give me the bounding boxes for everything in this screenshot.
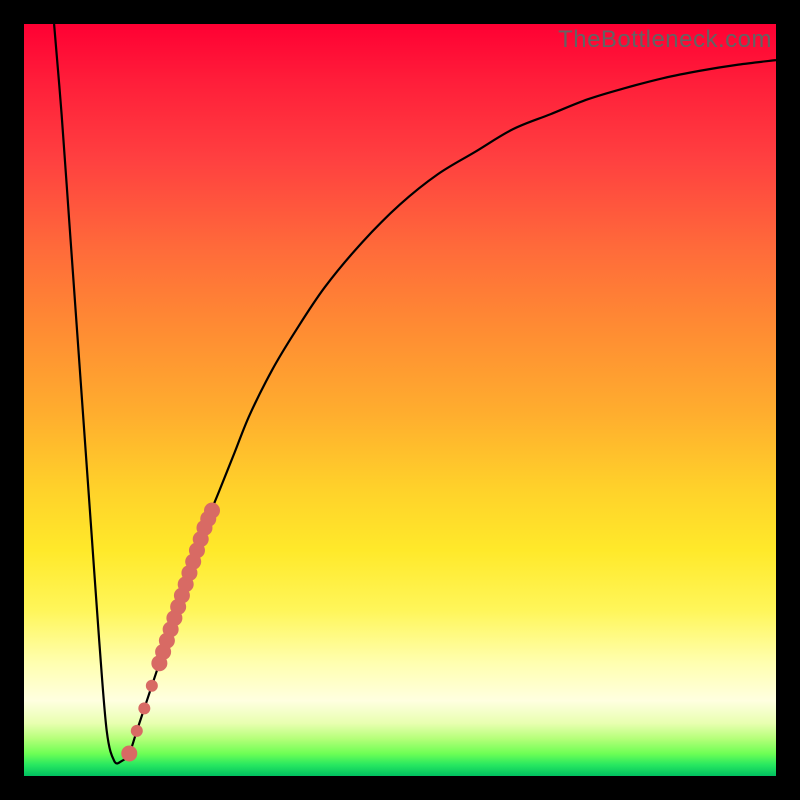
plot-area: TheBottleneck.com xyxy=(24,24,776,776)
marker-group xyxy=(121,503,220,762)
chart-frame: TheBottleneck.com xyxy=(0,0,800,800)
highlight-marker xyxy=(131,725,143,737)
highlight-marker xyxy=(121,745,137,761)
curve-layer xyxy=(24,24,776,776)
highlight-marker xyxy=(146,680,158,692)
highlight-marker xyxy=(138,702,150,714)
highlight-marker xyxy=(204,503,220,519)
